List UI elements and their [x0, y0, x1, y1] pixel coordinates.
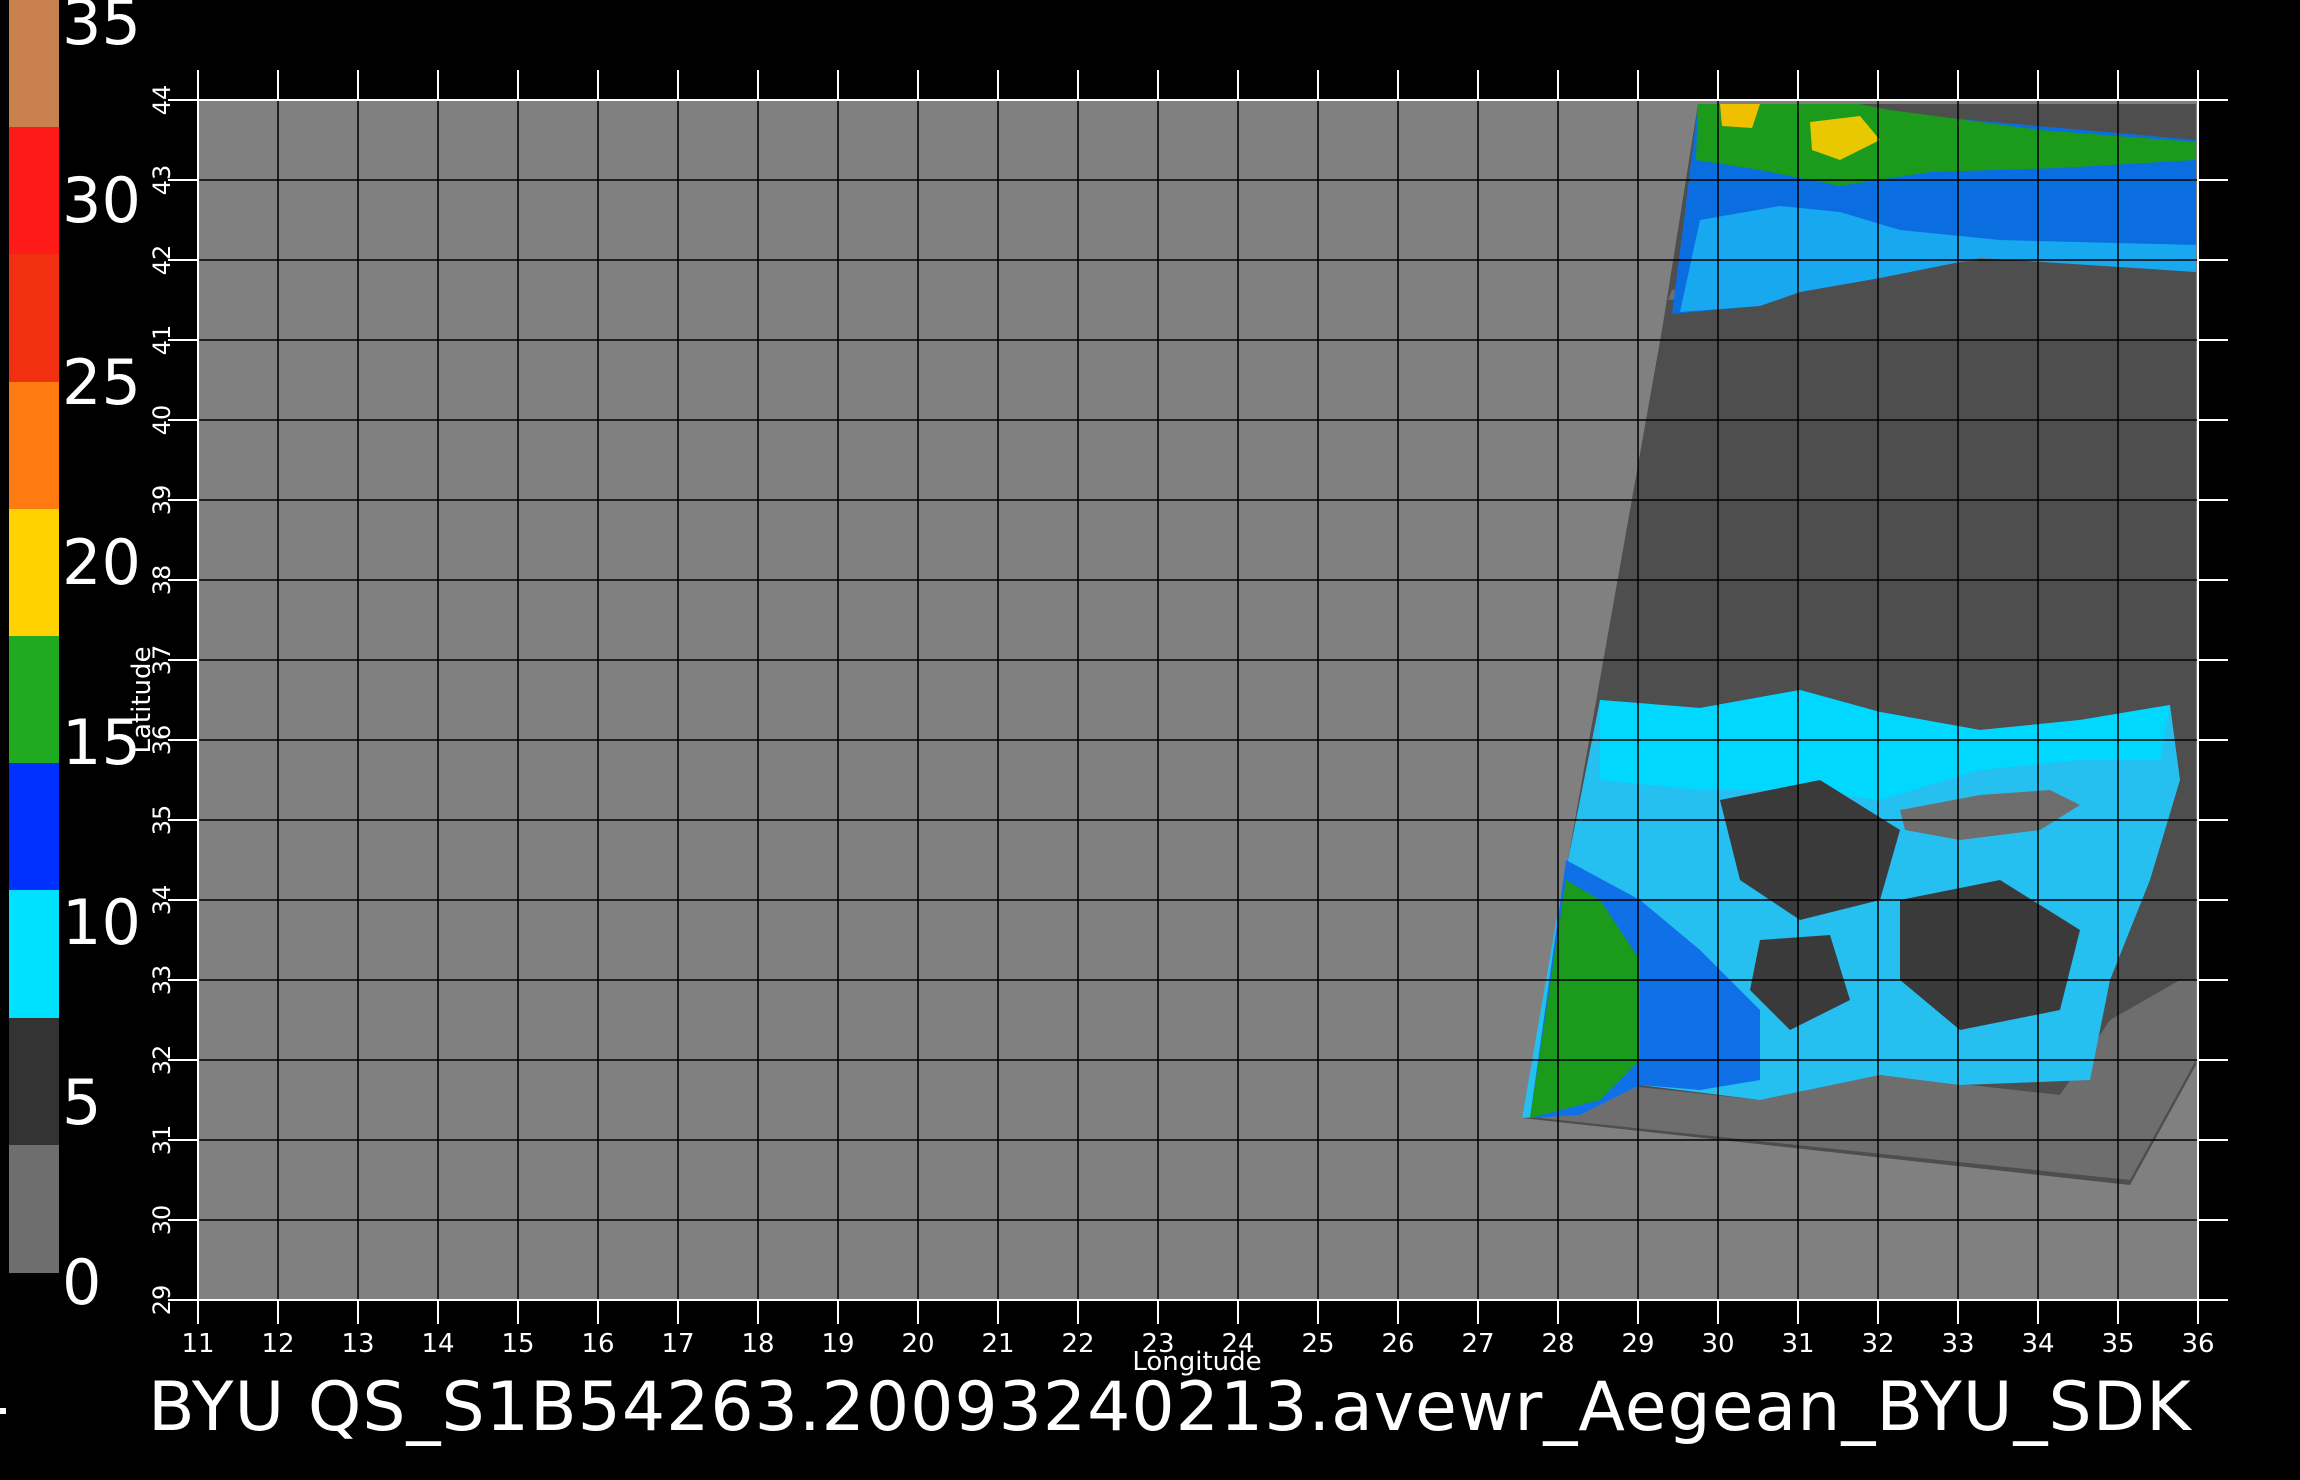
x-tick-label: 12: [261, 1329, 294, 1359]
x-tick-label: 20: [901, 1329, 934, 1359]
caption-bullet: [0, 1408, 6, 1414]
y-tick-label: 42: [148, 245, 176, 276]
x-tick-label: 11: [181, 1329, 214, 1359]
x-tick-label: 19: [821, 1329, 854, 1359]
x-tick-label: 33: [1941, 1329, 1974, 1359]
x-tick-label: 30: [1701, 1329, 1734, 1359]
y-tick-label: 31: [148, 1125, 176, 1156]
x-tick-label: 28: [1541, 1329, 1574, 1359]
y-tick-label: 40: [148, 405, 176, 436]
x-tick-label: 22: [1061, 1329, 1094, 1359]
x-tick-label: 21: [981, 1329, 1014, 1359]
y-tick-label: 43: [148, 165, 176, 196]
x-tick-label: 29: [1621, 1329, 1654, 1359]
y-axis-label: Latitude: [127, 646, 157, 753]
y-tick-label: 39: [148, 485, 176, 516]
x-tick-label: 27: [1461, 1329, 1494, 1359]
y-tick-label: 41: [148, 325, 176, 356]
x-tick-label: 25: [1301, 1329, 1334, 1359]
x-tick-label: 36: [2181, 1329, 2214, 1359]
x-tick-label: 16: [581, 1329, 614, 1359]
y-tick-label: 29: [148, 1285, 176, 1316]
x-tick-label: 14: [421, 1329, 454, 1359]
x-tick-label: 35: [2101, 1329, 2134, 1359]
y-tick-label: 35: [148, 805, 176, 836]
x-tick-label: 15: [501, 1329, 534, 1359]
y-tick-label: 34: [148, 885, 176, 916]
x-tick-label: 32: [1861, 1329, 1894, 1359]
wind-map-plot: 11 12 13 14 15 16 17 18 19 20 21 22 23 24 25 26 27 28 29 30…: [127, 70, 2228, 1377]
y-tick-label: 30: [148, 1205, 176, 1236]
y-tick-label: 32: [148, 1045, 176, 1076]
x-tick-label: 34: [2021, 1329, 2054, 1359]
file-caption: BYU QS_S1B54263.20093240213.avewr_Aegean…: [148, 1368, 2192, 1447]
x-tick-label: 13: [341, 1329, 374, 1359]
y-tick-label: 44: [148, 85, 176, 116]
y-tick-label: 38: [148, 565, 176, 596]
x-tick-label: 26: [1381, 1329, 1414, 1359]
x-tick-label: 17: [661, 1329, 694, 1359]
x-tick-label: 31: [1781, 1329, 1814, 1359]
x-tick-label: 18: [741, 1329, 774, 1359]
y-tick-label: 33: [148, 965, 176, 996]
